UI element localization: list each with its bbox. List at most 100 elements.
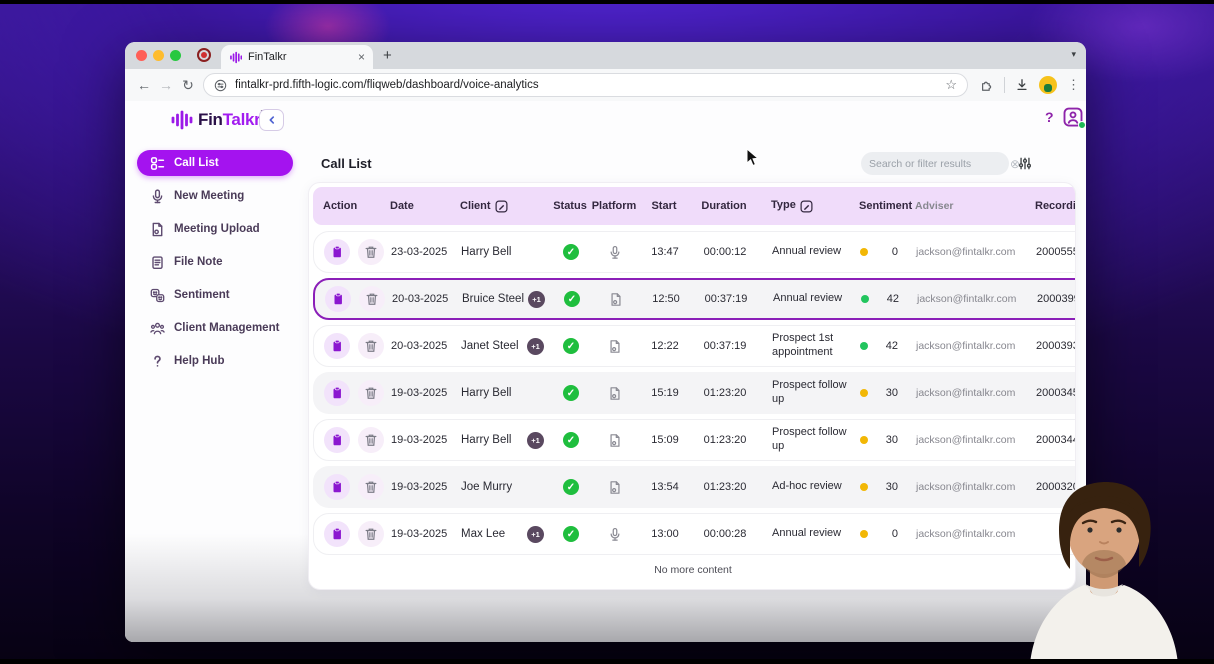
client-name: Joe Murry [461, 481, 512, 493]
sentiment-score: 30 [886, 387, 914, 399]
status-cell: ✓ [552, 385, 590, 401]
sidebar-item-file-note[interactable]: File Note [137, 249, 293, 275]
table-row[interactable]: 20-03-2025 Bruice Steel +1 ✓ 12:50 00:37… [313, 278, 1076, 320]
file-icon [608, 386, 622, 401]
sentiment-cell: 30 [854, 387, 914, 399]
url-bar[interactable]: fintalkr-prd.fifth-logic.com/fliqweb/das… [203, 73, 968, 97]
help-button[interactable]: ? [1045, 109, 1054, 125]
people-icon [149, 320, 165, 336]
sentiment-score: 30 [886, 481, 914, 493]
copy-note-button[interactable] [324, 380, 350, 406]
table-row[interactable]: 19-03-2025 Harry Bell ✓ 15:19 01:23:20 P… [313, 372, 1076, 414]
platform-cell [590, 245, 640, 260]
status-complete-icon: ✓ [563, 479, 579, 495]
back-button[interactable]: ← [133, 77, 155, 93]
copy-note-button[interactable] [324, 239, 350, 265]
sidebar-item-help-hub[interactable]: Help Hub [137, 348, 293, 374]
new-tab-button[interactable]: + [383, 47, 392, 64]
row-actions [315, 286, 391, 312]
sidebar-item-sentiment[interactable]: Sentiment [137, 282, 293, 308]
chevron-left-icon [267, 115, 277, 125]
table-row[interactable]: 19-03-2025 Max Lee +1 ✓ 13:00 00:00:28 A… [313, 513, 1076, 555]
url-text[interactable]: fintalkr-prd.fifth-logic.com/fliqweb/das… [235, 79, 937, 91]
browser-toolbar: ← → ↻ fintalkr-prd.fifth-logic.com/fliqw… [125, 69, 1086, 101]
sentiment-dot [860, 342, 868, 350]
delete-button[interactable] [359, 286, 385, 312]
minimize-window-button[interactable] [153, 50, 164, 61]
client-name: Harry Bell [461, 434, 511, 446]
browser-profile-avatar[interactable] [1039, 76, 1057, 94]
close-window-button[interactable] [136, 50, 147, 61]
tab-search-chevron-icon[interactable]: ▾ [1071, 49, 1076, 60]
logo-fin: Fin [198, 110, 223, 129]
toolbar-right: ⋮ [980, 69, 1080, 101]
site-info-icon[interactable] [214, 79, 227, 92]
sidebar-item-meeting-upload[interactable]: Meeting Upload [137, 216, 293, 242]
extra-participants-badge[interactable]: +1 [527, 338, 544, 355]
browser-tab[interactable]: FinTalkr × [221, 45, 373, 69]
sidebar-item-label: Call List [174, 157, 219, 169]
platform-cell [590, 339, 640, 354]
platform-cell [590, 527, 640, 542]
sidebar-collapse-button[interactable] [259, 109, 284, 131]
recording-id-cell: 2000555 [1036, 246, 1076, 258]
delete-button[interactable] [358, 239, 384, 265]
app-region: FinTalkr™ ? Call List New Meeting Meetin… [125, 101, 1086, 642]
table-row[interactable]: 20-03-2025 Janet Steel +1 ✓ 12:22 00:37:… [313, 325, 1076, 367]
client-cell: Harry Bell [460, 387, 552, 399]
column-header-type: Type [759, 199, 853, 213]
download-icon[interactable] [1015, 78, 1029, 92]
status-cell: ✓ [552, 338, 590, 354]
waveform-logo-icon [171, 110, 193, 130]
sidebar-item-client-management[interactable]: Client Management [137, 315, 293, 341]
file-icon [609, 292, 623, 307]
edit-column-icon[interactable] [800, 200, 813, 213]
sentiment-score: 0 [892, 528, 914, 540]
delete-button[interactable] [358, 474, 384, 500]
copy-note-button[interactable] [325, 286, 351, 312]
search-box[interactable]: ⊗ [861, 152, 1009, 175]
client-name: Harry Bell [461, 387, 511, 399]
sentiment-dot [860, 483, 868, 491]
extra-participants-badge[interactable]: +1 [527, 432, 544, 449]
browser-window: FinTalkr × + ▾ ← → ↻ fintalkr-prd.fifth-… [125, 42, 1086, 642]
user-profile-button[interactable] [1063, 107, 1083, 127]
type-cell: Prospect 1st appointment [760, 332, 854, 360]
fullscreen-window-button[interactable] [170, 50, 181, 61]
edit-column-icon[interactable] [495, 200, 508, 213]
column-header-duration: Duration [689, 200, 759, 213]
extra-participants-badge[interactable]: +1 [527, 526, 544, 543]
table-row[interactable]: 19-03-2025 Joe Murry ✓ 13:54 01:23:20 Ad… [313, 466, 1076, 508]
copy-note-button[interactable] [324, 521, 350, 547]
date-cell: 23-03-2025 [390, 246, 460, 258]
browser-menu-icon[interactable]: ⋮ [1067, 77, 1080, 93]
platform-cell [591, 292, 641, 307]
search-input[interactable] [869, 158, 1004, 170]
sidebar-item-call-list[interactable]: Call List [137, 150, 293, 176]
adviser-cell: jackson@fintalkr.com [914, 387, 1036, 399]
delete-button[interactable] [358, 427, 384, 453]
date-cell: 20-03-2025 [391, 293, 461, 305]
toolbar-divider [1004, 77, 1005, 93]
delete-button[interactable] [358, 333, 384, 359]
tab-close-icon[interactable]: × [358, 51, 365, 63]
recording-indicator-icon[interactable] [197, 48, 211, 62]
delete-button[interactable] [358, 521, 384, 547]
delete-button[interactable] [358, 380, 384, 406]
extra-participants-badge[interactable]: +1 [528, 291, 545, 308]
reload-button[interactable]: ↻ [177, 77, 199, 94]
tab-strip: FinTalkr × + ▾ [125, 42, 1086, 69]
extensions-icon[interactable] [980, 78, 994, 92]
copy-note-button[interactable] [324, 474, 350, 500]
copy-note-button[interactable] [324, 427, 350, 453]
bookmark-star-icon[interactable]: ☆ [945, 77, 957, 93]
platform-cell [590, 480, 640, 495]
row-actions [314, 427, 390, 453]
forward-button[interactable]: → [155, 77, 177, 93]
filter-sliders-icon[interactable] [1018, 156, 1032, 171]
table-row[interactable]: 19-03-2025 Harry Bell +1 ✓ 15:09 01:23:2… [313, 419, 1076, 461]
table-row[interactable]: 23-03-2025 Harry Bell ✓ 13:47 00:00:12 A… [313, 231, 1076, 273]
start-cell: 13:00 [640, 528, 690, 540]
sidebar-item-new-meeting[interactable]: New Meeting [137, 183, 293, 209]
copy-note-button[interactable] [324, 333, 350, 359]
